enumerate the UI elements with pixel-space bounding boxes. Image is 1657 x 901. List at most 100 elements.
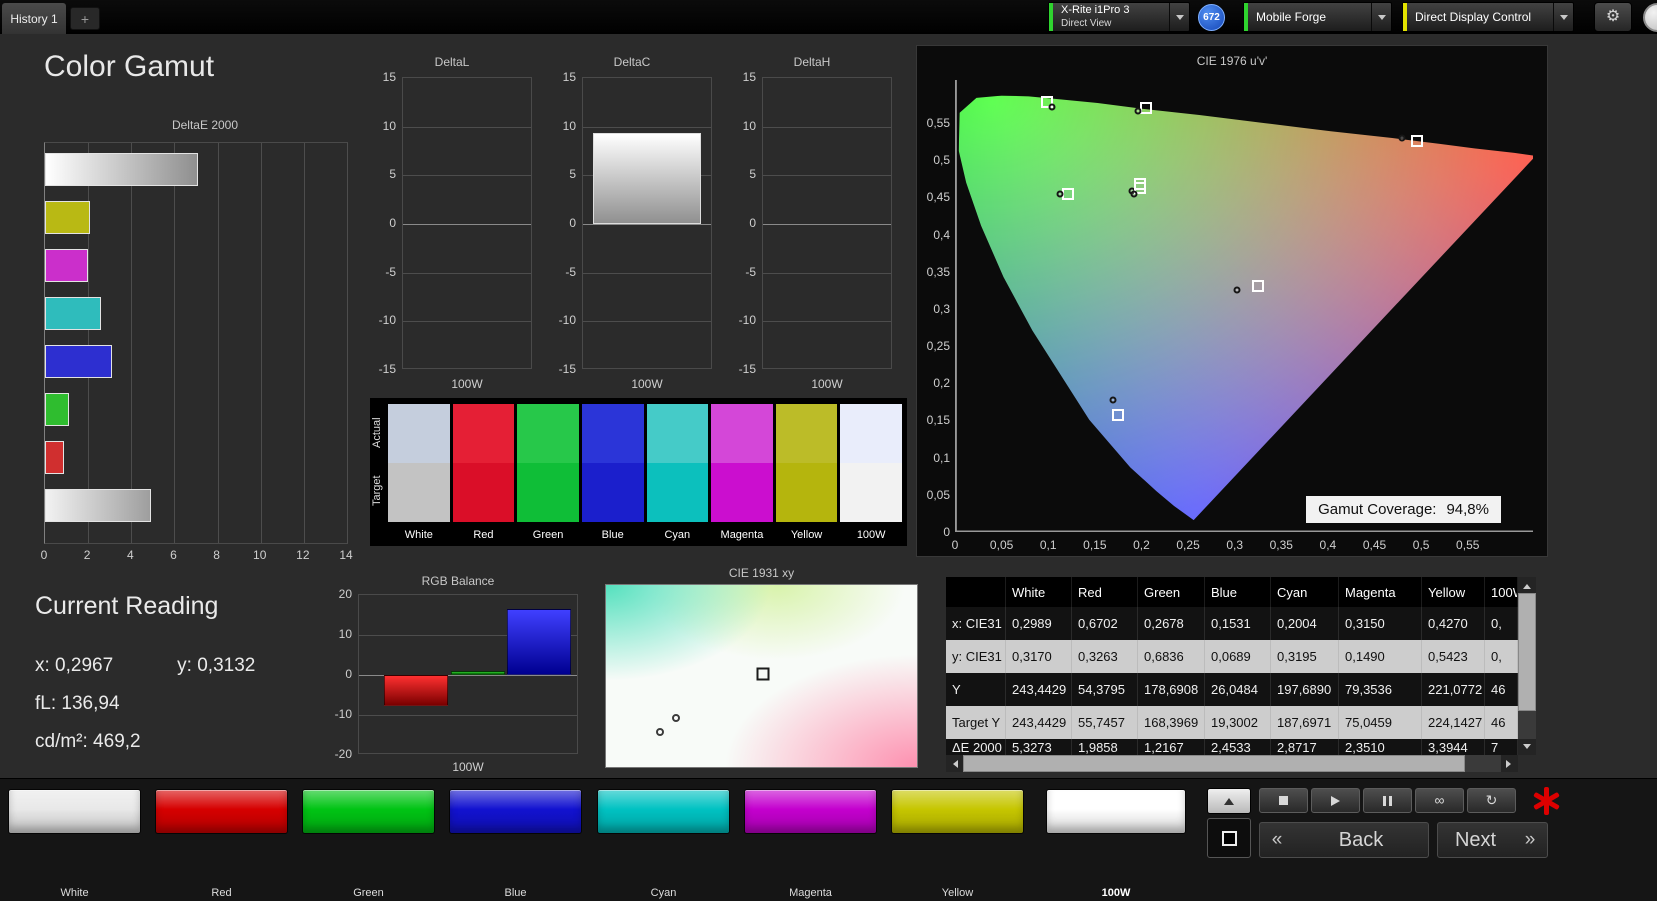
swatch-label: White bbox=[404, 529, 433, 541]
value-cell: 54,3795 bbox=[1072, 673, 1138, 706]
y-tick-label: 15 bbox=[562, 70, 576, 84]
value-cell: 0,1531 bbox=[1205, 607, 1271, 640]
deltae-x-tick-label: 2 bbox=[83, 548, 91, 562]
value-cell: 3,3944 bbox=[1422, 739, 1485, 755]
target-swatch bbox=[388, 463, 450, 522]
target-marker-magenta bbox=[1251, 279, 1264, 292]
scroll-right-button[interactable] bbox=[1501, 755, 1518, 772]
deltae-gridline bbox=[347, 143, 348, 543]
deltae-bar-100w bbox=[45, 489, 151, 522]
reading-y: y: 0,3132 bbox=[177, 655, 256, 676]
y-tick-label: 0 bbox=[569, 216, 576, 230]
swatch-label: Blue bbox=[601, 529, 624, 541]
delta-c-y-axis: 15 10 5 0 -5 -10 -15 bbox=[548, 70, 578, 376]
settings-button[interactable] bbox=[1594, 2, 1632, 32]
cie1976-x-tick-label: 0,35 bbox=[1269, 538, 1293, 552]
y-tick-label: -20 bbox=[334, 747, 352, 761]
table-row: Target Y 243,4429 55,7457 168,3969 19,3002 18… bbox=[946, 706, 1518, 739]
deltae-bar-blue bbox=[45, 345, 112, 378]
patch-label: Yellow bbox=[941, 887, 974, 899]
value-cell: 0,6836 bbox=[1138, 640, 1205, 673]
loop-button[interactable] bbox=[1415, 788, 1464, 813]
header-cell: 100W bbox=[1485, 577, 1518, 607]
table-vertical-scrollbar[interactable] bbox=[1518, 577, 1536, 755]
patch-button-red[interactable] bbox=[155, 789, 288, 834]
table-horizontal-scrollbar[interactable] bbox=[946, 755, 1518, 772]
patch-button-cyan[interactable] bbox=[597, 789, 730, 834]
deltae-bar-green bbox=[45, 393, 69, 426]
cie1976-y-tick-label: 0,5 bbox=[933, 153, 950, 168]
vertical-scroll-thumb[interactable] bbox=[1518, 593, 1536, 711]
y-tick-label: -15 bbox=[378, 362, 396, 376]
target-swatch bbox=[711, 463, 773, 522]
play-icon bbox=[1331, 795, 1340, 806]
patch-button-yellow[interactable] bbox=[891, 789, 1024, 834]
new-tab-button[interactable]: + bbox=[70, 7, 100, 30]
patch-button-100w[interactable] bbox=[1046, 789, 1186, 834]
next-button[interactable]: Next » bbox=[1437, 822, 1548, 858]
reading-cdm2: cd/m²: 469,2 bbox=[35, 731, 141, 752]
scroll-left-button[interactable] bbox=[946, 755, 963, 772]
deltae-x-tick-label: 12 bbox=[296, 548, 310, 562]
pattern-window-button[interactable] bbox=[1207, 818, 1251, 858]
stop-button[interactable] bbox=[1259, 788, 1308, 813]
cie-horseshoe-diagram bbox=[955, 80, 1533, 532]
patch-button-white[interactable] bbox=[8, 789, 141, 834]
gridline bbox=[403, 321, 531, 323]
target-marker-red bbox=[1411, 134, 1424, 147]
chevron-down-icon bbox=[1169, 3, 1189, 31]
y-tick-label: 15 bbox=[742, 70, 756, 84]
meter-mode: Direct View bbox=[1061, 18, 1112, 29]
display-control-dropdown[interactable]: Direct Display Control bbox=[1402, 2, 1574, 32]
value-cell: 0,3150 bbox=[1339, 607, 1422, 640]
scroll-up-button[interactable] bbox=[1518, 577, 1536, 593]
play-button[interactable] bbox=[1311, 788, 1360, 813]
actual-row-label: Actual bbox=[371, 417, 383, 449]
corner-status-icon[interactable] bbox=[1643, 3, 1657, 32]
refresh-icon bbox=[1486, 792, 1498, 810]
pause-button[interactable] bbox=[1363, 788, 1412, 813]
patch-label: Magenta bbox=[789, 887, 832, 899]
deltae-gridline bbox=[174, 143, 176, 543]
back-button[interactable]: « Back bbox=[1259, 822, 1429, 858]
swatch-column-green: Green bbox=[517, 404, 579, 541]
value-cell: 243,4429 bbox=[1006, 673, 1072, 706]
delta-l-x-label: 100W bbox=[451, 377, 483, 391]
meter-dropdown[interactable]: X-Rite i1Pro 3 Direct View bbox=[1048, 2, 1190, 32]
cie1976-y-tick-label: 0,25 bbox=[926, 339, 950, 354]
meter-dropdown-text: X-Rite i1Pro 3 Direct View bbox=[1053, 3, 1137, 31]
delta-l-plot bbox=[402, 77, 532, 369]
pattern-source-dropdown[interactable]: Mobile Forge bbox=[1243, 2, 1392, 32]
window-square-icon bbox=[1221, 830, 1237, 846]
y-tick-label: 10 bbox=[742, 118, 756, 133]
patch-label: Cyan bbox=[650, 887, 677, 899]
deltae-gridline bbox=[260, 143, 262, 543]
scroll-down-button[interactable] bbox=[1518, 739, 1536, 755]
patch-button-blue[interactable] bbox=[449, 789, 582, 834]
header-cell: Cyan bbox=[1271, 577, 1339, 607]
patch-button-magenta[interactable] bbox=[744, 789, 877, 834]
value-cell: 243,4429 bbox=[1006, 706, 1072, 739]
reading-fl: fL: 136,94 bbox=[35, 693, 120, 714]
table-body: WhiteRedGreenBlueCyanMagentaYellow100Wx:… bbox=[946, 577, 1518, 755]
y-tick-label: -10 bbox=[558, 313, 576, 328]
horizontal-scroll-thumb[interactable] bbox=[963, 755, 1465, 772]
value-cell: 221,0772 bbox=[1422, 673, 1485, 706]
pattern-up-button[interactable] bbox=[1207, 788, 1251, 814]
cie1976-y-tick-label: 0,2 bbox=[933, 376, 950, 391]
transport-controls bbox=[1259, 788, 1516, 813]
deltae-x-tick-label: 10 bbox=[253, 548, 267, 562]
refresh-button[interactable] bbox=[1467, 788, 1516, 813]
history-tab[interactable]: History 1 bbox=[2, 3, 66, 34]
target-marker-yellow bbox=[1140, 102, 1153, 115]
value-cell: 0,2004 bbox=[1271, 607, 1339, 640]
patch-button-green[interactable] bbox=[302, 789, 435, 834]
measured-marker-magenta bbox=[1233, 286, 1241, 294]
swatch-label: Green bbox=[532, 529, 564, 541]
rgb-bar-red bbox=[384, 675, 448, 707]
value-cell: 0,6702 bbox=[1072, 607, 1138, 640]
table-row: x: CIE31 0,2989 0,6702 0,2678 0,1531 0,2004 0,… bbox=[946, 607, 1518, 640]
measurement-table: WhiteRedGreenBlueCyanMagentaYellow100Wx:… bbox=[946, 577, 1536, 773]
cie1976-x-tick-label: 0,1 bbox=[1039, 538, 1057, 552]
pattern-source-name: Mobile Forge bbox=[1256, 9, 1327, 24]
